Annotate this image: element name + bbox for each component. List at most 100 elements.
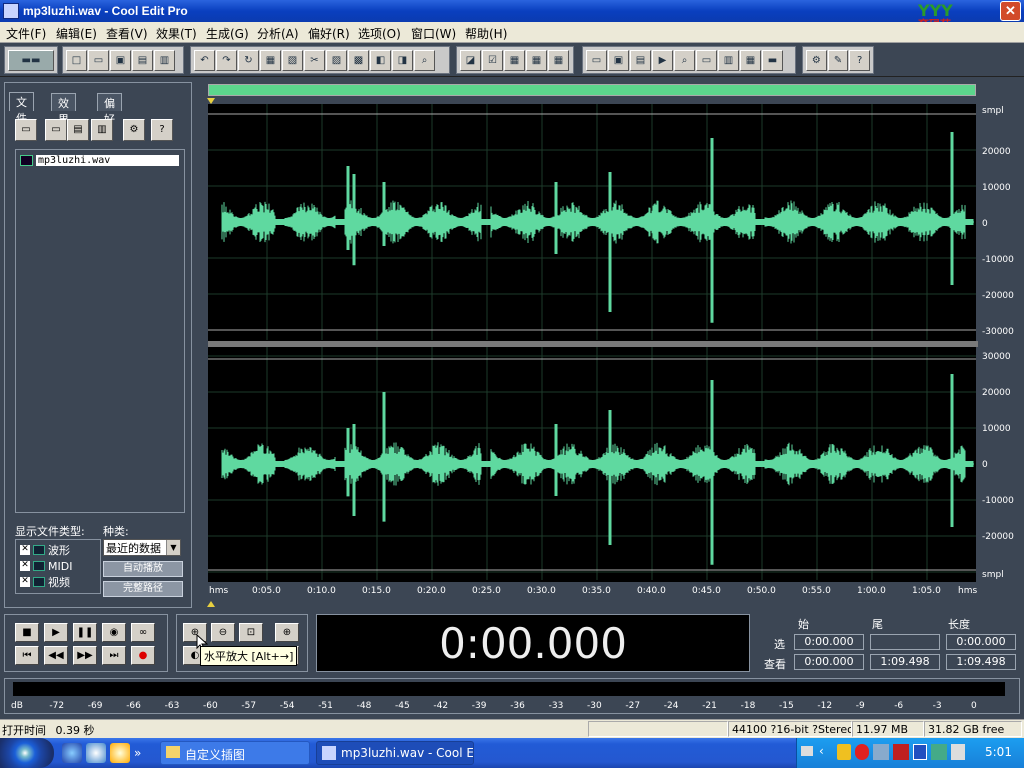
open-folder-icon[interactable]: ▭ — [88, 49, 109, 71]
record-icon[interactable]: ● — [131, 646, 155, 665]
grid-view-icon[interactable]: ▦ — [548, 49, 569, 71]
status-bar-toggle-icon[interactable]: ▬ — [762, 49, 783, 71]
save-all-icon[interactable]: ▤ — [132, 49, 153, 71]
view-begin-field[interactable]: 0:00.000 — [794, 654, 864, 670]
help-icon[interactable]: ? — [849, 49, 871, 71]
zoom-full-icon[interactable]: ⊡ — [239, 623, 263, 642]
copy-icon[interactable]: ▦ — [260, 49, 281, 71]
task-button-cooledit[interactable]: mp3luzhi.wav - Cool E... — [316, 741, 474, 765]
browser-icon[interactable] — [86, 743, 106, 763]
channel-left[interactable] — [208, 104, 976, 340]
paste-new-icon[interactable]: ▩ — [348, 49, 369, 71]
time-ruler[interactable]: hms 0:05.0 0:10.0 0:15.0 0:20.0 0:25.0 0… — [208, 582, 980, 600]
undo-icon[interactable]: ↶ — [194, 49, 215, 71]
rewind-icon[interactable]: ◀◀ — [44, 646, 68, 665]
mix-paste-icon[interactable]: ◧ — [370, 49, 391, 71]
start-button[interactable] — [0, 738, 54, 768]
selection-begin-field[interactable]: 0:00.000 — [794, 634, 864, 650]
go-to-start-icon[interactable]: ⏮ — [15, 646, 39, 665]
zoom-out-horizontal-icon[interactable]: ⊖ — [211, 623, 235, 642]
menu-window[interactable]: 窗口(W) — [411, 25, 456, 42]
menu-favorites[interactable]: 偏好(R) — [308, 25, 350, 42]
loop-icon[interactable]: ∞ — [131, 623, 155, 642]
shield-icon[interactable] — [837, 744, 851, 760]
view-end-field[interactable]: 1:09.498 — [870, 654, 940, 670]
selection-end-field[interactable] — [870, 634, 940, 650]
list-item[interactable]: mp3luzhi.wav — [20, 153, 180, 168]
tray-expand-icon[interactable]: ‹ — [819, 744, 824, 758]
envelope-icon[interactable]: ☑ — [482, 49, 503, 71]
menu-help[interactable]: 帮助(H) — [465, 25, 507, 42]
open-file-icon[interactable]: ▭ — [15, 119, 37, 141]
trim-icon[interactable]: ◨ — [392, 49, 413, 71]
edit-file-icon[interactable]: ▥ — [91, 119, 113, 141]
spectral-view-icon[interactable]: ◪ — [460, 49, 481, 71]
redo-icon[interactable]: ↷ — [216, 49, 237, 71]
task-button-folder[interactable]: 自定义插图 — [160, 741, 310, 765]
tab-favorites[interactable]: 偏好 — [97, 93, 122, 126]
chevron-down-icon[interactable]: ▼ — [166, 540, 180, 555]
network-icon[interactable] — [873, 744, 889, 760]
copy-new-icon[interactable]: ▧ — [282, 49, 303, 71]
qq-icon[interactable] — [110, 743, 130, 763]
menu-options[interactable]: 选项(O) — [358, 25, 401, 42]
info-window-icon[interactable]: ▣ — [608, 49, 629, 71]
zoom-window-icon[interactable]: ⌕ — [674, 49, 695, 71]
play-to-end-icon[interactable]: ◉ — [102, 623, 126, 642]
overview-bar[interactable] — [208, 84, 976, 96]
cue-list-icon[interactable]: ▤ — [630, 49, 651, 71]
spectrum-icon[interactable]: ▦ — [526, 49, 547, 71]
filetype-waveform-checkbox[interactable]: ✕ 波形 — [20, 543, 70, 557]
menu-generate[interactable]: 生成(G) — [206, 25, 249, 42]
close-file-icon[interactable]: ▭ — [45, 119, 67, 141]
save-icon[interactable]: ▣ — [110, 49, 131, 71]
go-to-end-icon[interactable]: ⏭ — [102, 646, 126, 665]
insert-multitrack-icon[interactable]: ▤ — [67, 119, 89, 141]
full-path-button[interactable]: 完整路径 — [103, 581, 183, 597]
close-button[interactable]: ✕ — [1000, 1, 1021, 21]
scripts-icon[interactable]: ✎ — [827, 49, 849, 71]
zoom-in-vertical-icon[interactable]: ⊕ — [275, 623, 299, 642]
menu-file[interactable]: 文件(F) — [6, 25, 46, 42]
view-length-field[interactable]: 1:09.498 — [946, 654, 1016, 670]
stop-icon[interactable]: ■ — [15, 623, 39, 642]
menu-effects[interactable]: 效果(T) — [156, 25, 197, 42]
paste-icon[interactable]: ▨ — [326, 49, 347, 71]
waveform-view-icon[interactable]: ▦ — [504, 49, 525, 71]
menu-view[interactable]: 查看(V) — [106, 25, 148, 42]
quicklaunch-chevron[interactable]: » — [134, 743, 141, 763]
input-method-icon[interactable] — [913, 744, 927, 760]
tab-files[interactable]: 文件 — [9, 92, 34, 125]
antivirus-icon[interactable] — [855, 744, 869, 760]
time-window-icon[interactable]: ▭ — [696, 49, 717, 71]
app-icon[interactable] — [3, 3, 19, 19]
fast-forward-icon[interactable]: ▶▶ — [73, 646, 97, 665]
multitrack-toggle-icon[interactable]: ▬▬ — [8, 49, 54, 71]
display-icon[interactable] — [931, 744, 947, 760]
selection-length-field[interactable]: 0:00.000 — [946, 634, 1016, 650]
save-selection-icon[interactable]: ▥ — [154, 49, 175, 71]
options-icon[interactable]: ⚙ — [123, 119, 145, 141]
repeat-icon[interactable]: ↻ — [238, 49, 259, 71]
new-file-icon[interactable]: □ — [66, 49, 87, 71]
keyboard-icon[interactable] — [801, 746, 813, 756]
play-icon[interactable]: ▶ — [44, 623, 68, 642]
pause-icon[interactable]: ❚❚ — [73, 623, 97, 642]
cut-icon[interactable]: ✂ — [304, 49, 325, 71]
ie-icon[interactable] — [62, 743, 82, 763]
clock[interactable]: 5:01 — [985, 745, 1012, 759]
level-meter-icon[interactable]: ▦ — [740, 49, 761, 71]
ati-icon[interactable] — [893, 744, 909, 760]
waveform-display[interactable] — [208, 104, 1020, 583]
menu-edit[interactable]: 编辑(E) — [56, 25, 97, 42]
tab-effects[interactable]: 效果 — [51, 93, 76, 126]
delete-silence-icon[interactable]: ⌕ — [414, 49, 435, 71]
volume-icon[interactable] — [951, 744, 965, 760]
autoplay-button[interactable]: 自动播放 — [103, 561, 183, 577]
menu-analyze[interactable]: 分析(A) — [257, 25, 299, 42]
filetype-midi-checkbox[interactable]: ✕ MIDI — [20, 559, 72, 573]
kind-select[interactable]: 最近的数据 ▼ — [103, 539, 181, 556]
organizer-window-icon[interactable]: ▭ — [586, 49, 607, 71]
organizer-help-icon[interactable]: ? — [151, 119, 173, 141]
settings-icon[interactable]: ⚙ — [806, 49, 827, 71]
